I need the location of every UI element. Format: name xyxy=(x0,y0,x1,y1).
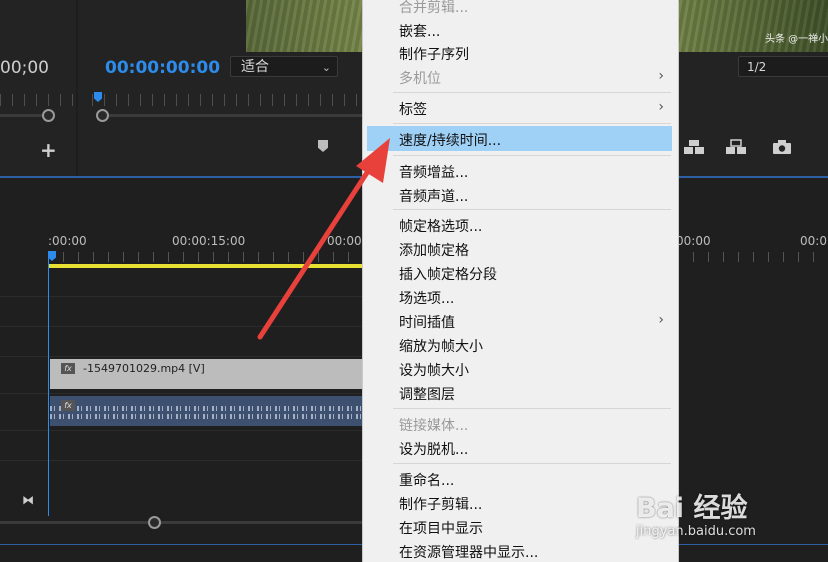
menu-separator xyxy=(393,123,671,124)
menu-item[interactable]: 音频声道... xyxy=(399,186,468,206)
ruler-label: 00:0 xyxy=(800,234,827,248)
extract-icon[interactable] xyxy=(725,139,747,155)
ruler-label: 00:00 xyxy=(676,234,711,248)
menu-item[interactable]: 时间插值 xyxy=(399,312,455,332)
audio-clip[interactable] xyxy=(50,396,362,426)
menu-item[interactable]: 场选项... xyxy=(399,288,454,308)
zoom-fit-label: 适合 xyxy=(241,59,269,75)
ruler-label: 00:00:15:00 xyxy=(172,234,246,248)
timeline-zoom-handle[interactable] xyxy=(148,516,161,529)
menu-item[interactable]: 在资源管理器中显示... xyxy=(399,542,538,562)
source-zoom-handle[interactable] xyxy=(42,109,55,122)
program-time-ruler[interactable] xyxy=(92,94,362,106)
menu-item[interactable]: 嵌套... xyxy=(399,21,440,41)
chevron-right-icon: › xyxy=(658,99,664,115)
menu-separator xyxy=(393,92,671,93)
chevron-right-icon: › xyxy=(658,312,664,328)
track-divider xyxy=(0,460,362,461)
menu-item[interactable]: 添加帧定格 xyxy=(399,240,469,260)
add-button-icon[interactable]: + xyxy=(40,138,57,162)
resolution-label: 1/2 xyxy=(747,60,767,74)
chevron-down-icon: ⌄ xyxy=(321,61,331,74)
source-monitor-panel xyxy=(0,0,76,176)
menu-item[interactable]: 插入帧定格分段 xyxy=(399,264,497,284)
track-divider xyxy=(0,430,362,431)
program-zoom-scrollbar[interactable] xyxy=(108,114,362,117)
menu-item[interactable]: 帧定格选项... xyxy=(399,216,482,236)
menu-item[interactable]: 调整图层 xyxy=(399,384,455,404)
track-divider xyxy=(0,356,362,357)
menu-item[interactable]: 缩放为帧大小 xyxy=(399,336,483,356)
camera-icon[interactable] xyxy=(771,139,793,155)
program-timecode[interactable]: 00:00:00:00 xyxy=(105,58,220,78)
menu-item[interactable]: 速度/持续时间... xyxy=(399,130,501,150)
baidu-jingyan-watermark: Bai 经验 xyxy=(636,493,748,524)
menu-item[interactable]: 制作子序列 xyxy=(399,44,469,64)
snap-icon[interactable]: ⧓ xyxy=(22,493,34,507)
menu-item[interactable]: 制作子剪辑... xyxy=(399,494,482,514)
track-divider xyxy=(0,296,362,297)
ruler-label: 00:00 xyxy=(327,234,362,248)
fx-badge-icon: fx xyxy=(61,400,75,411)
timeline-zoom-scrollbar[interactable] xyxy=(0,521,362,524)
menu-item[interactable]: 音频增益... xyxy=(399,162,468,182)
menu-separator xyxy=(393,209,671,210)
track-divider xyxy=(0,326,362,327)
lift-icon[interactable] xyxy=(683,139,705,155)
playback-resolution-select[interactable]: 1/2 xyxy=(738,56,828,77)
menu-item[interactable]: 重命名... xyxy=(399,470,454,490)
zoom-fit-select[interactable]: 适合 ⌄ xyxy=(230,56,338,77)
toutiao-watermark: 头条 @一禅小 xyxy=(765,34,828,45)
track-divider xyxy=(0,393,362,394)
menu-item[interactable]: 在项目中显示 xyxy=(399,518,483,538)
video-clip-label: -1549701029.mp4 [V] xyxy=(83,362,205,375)
menu-item[interactable]: 标签 xyxy=(399,99,427,119)
menu-item: 多机位 xyxy=(399,71,441,87)
ruler-label: :00:00 xyxy=(48,234,87,248)
work-area-bar[interactable] xyxy=(49,264,362,268)
menu-item: 链接媒体... xyxy=(399,418,469,434)
fx-badge-icon: fx xyxy=(61,363,75,374)
source-zoom-scrollbar[interactable] xyxy=(0,114,46,117)
menu-separator xyxy=(393,408,671,409)
source-time-ruler[interactable] xyxy=(0,94,76,106)
timeline-playhead-line[interactable] xyxy=(48,258,49,516)
menu-separator xyxy=(393,155,671,156)
clip-context-menu: 合并剪辑... 嵌套... 制作子序列多机位 › 标签 › 速度/持续时间... 音频增益..… xyxy=(362,0,679,562)
source-timecode[interactable]: 00;00 xyxy=(0,58,49,78)
program-zoom-handle[interactable] xyxy=(96,109,109,122)
menu-separator xyxy=(393,463,671,464)
menu-item[interactable]: 设为帧大小 xyxy=(399,360,469,380)
chevron-right-icon: › xyxy=(658,68,664,84)
menu-item: 合并剪辑... xyxy=(399,0,469,16)
menu-item[interactable]: 设为脱机... xyxy=(399,439,468,459)
baidu-jingyan-url: jingyan.baidu.com xyxy=(636,524,756,539)
